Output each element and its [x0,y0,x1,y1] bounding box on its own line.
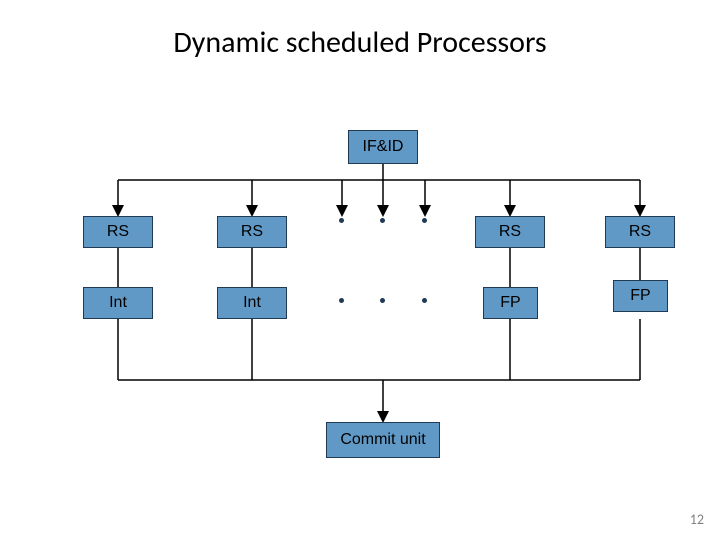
ellipsis-dot [380,298,385,303]
fp-box-1: FP [483,287,538,319]
ellipsis-dot [422,218,427,223]
page-title: Dynamic scheduled Processors [0,24,720,61]
connection-lines [0,0,720,540]
rs-label: RS [499,223,521,241]
ellipsis-dot [380,218,385,223]
int-box-2: Int [217,287,287,319]
ifid-box: IF&ID [348,130,418,164]
page-number: 12 [690,511,704,528]
rs-label: RS [107,223,129,241]
commit-label: Commit unit [340,431,425,449]
rs-box-2: RS [217,216,287,248]
rs-box-3: RS [475,216,545,248]
int-label: Int [109,294,127,312]
rs-box-4: RS [605,216,675,248]
ellipsis-dot [422,298,427,303]
int-label: Int [243,294,261,312]
ellipsis-dot [339,218,344,223]
ifid-label: IF&ID [363,138,404,156]
rs-label: RS [629,223,651,241]
rs-box-1: RS [83,216,153,248]
int-box-1: Int [83,287,153,319]
fp-box-2: FP [613,280,668,312]
commit-box: Commit unit [326,422,440,458]
rs-label: RS [241,223,263,241]
fp-label: FP [500,294,520,312]
fp-label: FP [630,287,650,305]
ellipsis-dot [339,298,344,303]
